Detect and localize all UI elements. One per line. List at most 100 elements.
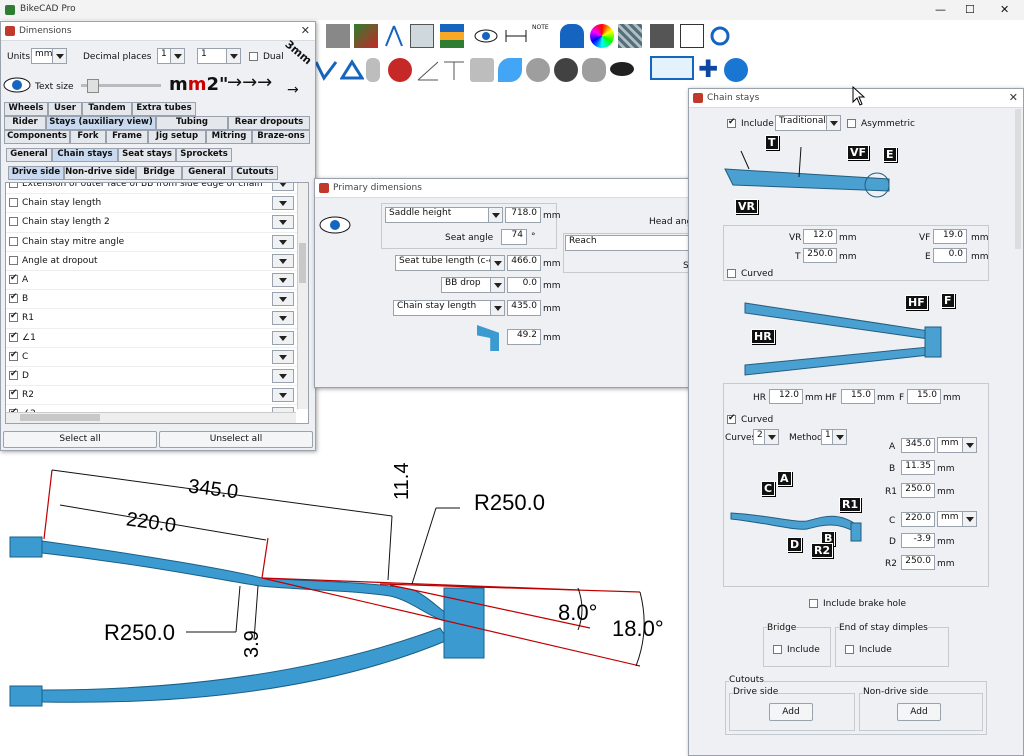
subsubtab-non-drive-side[interactable]: Non-drive side — [64, 166, 136, 180]
tee-icon[interactable] — [442, 58, 466, 82]
chain-stay-length-select[interactable]: Chain stay length — [393, 300, 505, 316]
r2-input[interactable]: 250.0 — [901, 555, 935, 570]
r1-input[interactable]: 250.0 — [901, 483, 935, 498]
dimensions-titlebar[interactable]: Dimensions ✕ — [1, 22, 315, 41]
close-icon[interactable]: ✕ — [1009, 89, 1018, 107]
vf-input[interactable]: 19.0 — [933, 229, 967, 244]
saddle-height-select[interactable]: Saddle height — [385, 207, 503, 223]
flag-icon[interactable] — [440, 24, 464, 48]
list-item-checkbox[interactable] — [9, 236, 18, 246]
curved-horizontal-checkbox[interactable] — [727, 413, 736, 424]
list-item-checkbox[interactable] — [9, 350, 18, 361]
chain-stays-tool-icon[interactable] — [650, 56, 694, 80]
text-size-slider[interactable] — [81, 79, 161, 93]
list-item-dropdown[interactable] — [272, 253, 294, 268]
subtab-general[interactable]: General — [6, 148, 52, 162]
list-item[interactable]: C — [6, 348, 308, 367]
dimension-icon[interactable] — [504, 24, 528, 48]
document-icon[interactable] — [410, 24, 434, 48]
list-item-checkbox[interactable] — [9, 273, 18, 284]
tab-braze-ons[interactable]: Braze-ons — [252, 130, 310, 144]
color-fork-icon[interactable] — [354, 24, 378, 48]
select-all-button[interactable]: Select all — [3, 431, 157, 448]
tab-fork[interactable]: Fork — [70, 130, 106, 144]
eye-view-icon[interactable] — [474, 24, 498, 48]
subsubtab-drive-side[interactable]: Drive side — [8, 166, 64, 180]
c-unit-select[interactable]: mm — [937, 511, 977, 527]
non-drive-side-add-button[interactable]: Add — [897, 703, 941, 721]
brake-hole-checkbox[interactable] — [809, 599, 818, 608]
tab-jig-setup[interactable]: Jig setup — [148, 130, 206, 144]
tab-tubing[interactable]: Tubing — [156, 116, 228, 130]
vr-input[interactable]: 12.0 — [803, 229, 837, 244]
curved-vertical-checkbox[interactable] — [727, 269, 736, 278]
list-item[interactable]: Chain stay mitre angle — [6, 233, 308, 252]
e-input[interactable]: 0.0 — [933, 248, 967, 263]
unselect-all-button[interactable]: Unselect all — [159, 431, 313, 448]
decimal-select[interactable]: 1 — [157, 48, 185, 64]
square-icon[interactable] — [680, 24, 704, 48]
saddle-height-input[interactable]: 718.0 — [505, 207, 541, 223]
photo-icon[interactable] — [326, 24, 350, 48]
reach-select[interactable]: Reach — [565, 235, 691, 251]
type-select[interactable]: Traditional — [775, 115, 841, 131]
f-input[interactable]: 15.0 — [907, 389, 941, 404]
angle-icon[interactable] — [416, 58, 440, 82]
list-item[interactable]: Angle at dropout — [6, 252, 308, 271]
list-item-dropdown[interactable] — [272, 330, 294, 345]
a-input[interactable]: 345.0 — [901, 438, 935, 453]
list-item-dropdown[interactable] — [272, 234, 294, 249]
dimples-include-checkbox[interactable] — [845, 645, 854, 654]
tab-user[interactable]: User — [48, 102, 82, 116]
close-icon[interactable]: ✕ — [301, 22, 310, 40]
list-item[interactable]: R1 — [6, 309, 308, 329]
tab-rider[interactable]: Rider — [4, 116, 46, 130]
bottle-icon[interactable] — [366, 58, 380, 82]
subtab-sprockets[interactable]: Sprockets — [176, 148, 232, 162]
list-item[interactable]: Extension of outer face of BB from side … — [6, 183, 308, 195]
brain-icon[interactable] — [724, 58, 748, 82]
d-input[interactable]: -3.9 — [901, 533, 935, 548]
list-item[interactable]: ∠1 — [6, 329, 308, 348]
frame-icon[interactable] — [314, 58, 338, 82]
dimension-list[interactable]: Extension of outer face of BB from side … — [5, 182, 309, 424]
eye-icon[interactable] — [319, 215, 351, 235]
plus-icon[interactable]: ✚ — [698, 57, 722, 82]
tab-rear-dropouts[interactable]: Rear dropouts — [228, 116, 310, 130]
compass-icon[interactable] — [382, 24, 406, 48]
list-item[interactable]: R2 — [6, 386, 308, 406]
subsubtab-cutouts[interactable]: Cutouts — [232, 166, 278, 180]
list-item-dropdown[interactable] — [272, 272, 294, 287]
list-item-checkbox[interactable] — [9, 369, 18, 380]
list-item-checkbox[interactable] — [9, 331, 18, 342]
chain-icon[interactable] — [582, 58, 606, 82]
list-hscrollbar[interactable] — [6, 412, 296, 423]
include-checkbox[interactable] — [727, 117, 736, 128]
list-item[interactable]: Chain stay length — [6, 194, 308, 214]
maximize-button[interactable]: ☐ — [965, 3, 975, 16]
tab-tandem[interactable]: Tandem — [82, 102, 132, 116]
list-item-checkbox[interactable] — [9, 255, 18, 265]
block-icon[interactable] — [650, 24, 674, 48]
dropout-icon[interactable] — [498, 58, 522, 82]
method-select[interactable]: 1 — [821, 429, 847, 445]
list-item[interactable]: B — [6, 290, 308, 310]
saddle-icon[interactable] — [388, 58, 412, 82]
list-item-dropdown[interactable] — [272, 311, 294, 326]
list-item-checkbox[interactable] — [9, 198, 18, 208]
hf-input[interactable]: 15.0 — [841, 389, 875, 404]
tab-mitring[interactable]: Mitring — [206, 130, 252, 144]
list-item-dropdown[interactable] — [272, 183, 294, 191]
list-item-dropdown[interactable] — [272, 388, 294, 403]
tire-icon[interactable] — [554, 58, 578, 82]
primary-titlebar[interactable]: Primary dimensions — [315, 179, 691, 198]
bb-drop-input[interactable]: 0.0 — [507, 277, 541, 293]
units-select[interactable]: mm — [31, 48, 67, 64]
window-scrollbar[interactable] — [1015, 109, 1021, 249]
subsubtab-general[interactable]: General — [182, 166, 232, 180]
eye-icon[interactable] — [3, 76, 31, 94]
hr-input[interactable]: 12.0 — [769, 389, 803, 404]
minimize-button[interactable]: — — [935, 3, 946, 16]
list-item-checkbox[interactable] — [9, 311, 18, 323]
c-input[interactable]: 220.0 — [901, 512, 935, 527]
